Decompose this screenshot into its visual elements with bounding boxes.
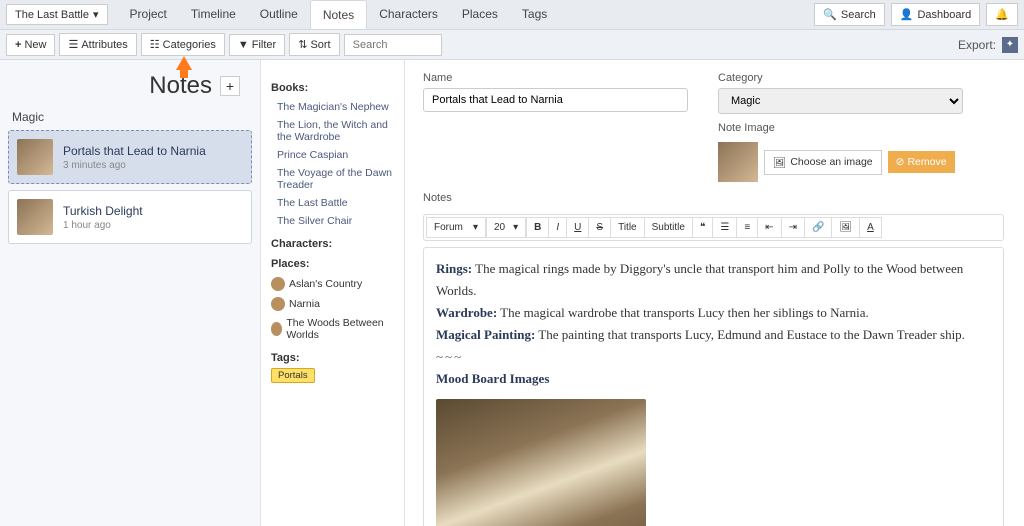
book-link[interactable]: The Lion, the Witch and the Wardrobe bbox=[271, 116, 394, 146]
tags-heading: Tags: bbox=[271, 352, 394, 364]
note-image-label: Note Image bbox=[718, 122, 963, 134]
image-icon: 🖼 bbox=[773, 156, 786, 169]
note-card[interactable]: Turkish Delight 1 hour ago bbox=[8, 190, 252, 244]
book-link[interactable]: The Last Battle bbox=[271, 194, 394, 212]
link-button[interactable]: 🔗 bbox=[804, 217, 832, 238]
notes-sidebar: Notes + Magic Portals that Lead to Narni… bbox=[0, 60, 260, 526]
export-button[interactable]: ✦ bbox=[1002, 37, 1018, 53]
tab-notes[interactable]: Notes bbox=[310, 0, 367, 29]
notes-heading-row: Notes + bbox=[8, 72, 252, 100]
main: Notes + Magic Portals that Lead to Narni… bbox=[0, 60, 1024, 526]
dashboard-button[interactable]: 👤Dashboard bbox=[891, 3, 981, 26]
name-label: Name bbox=[423, 72, 688, 84]
plus-icon: + bbox=[15, 39, 21, 51]
outdent-button[interactable]: ⇤ bbox=[757, 217, 781, 238]
category-label: Magic bbox=[12, 110, 248, 124]
chevron-down-icon: ▾ bbox=[93, 8, 99, 21]
font-select[interactable]: Forum▾ bbox=[426, 217, 486, 238]
topbar: The Last Battle▾ Project Timeline Outlin… bbox=[0, 0, 1024, 30]
search-button[interactable]: 🔍Search bbox=[814, 3, 885, 26]
book-link[interactable]: The Magician's Nephew bbox=[271, 98, 394, 116]
tab-timeline[interactable]: Timeline bbox=[179, 0, 248, 29]
color-button[interactable]: A bbox=[859, 217, 882, 238]
tag-chip[interactable]: Portals bbox=[271, 368, 315, 383]
toolbar: +New ☰Attributes ☷Categories ▼Filter ⇅So… bbox=[0, 30, 1024, 60]
user-icon: 👤 bbox=[900, 8, 914, 21]
tab-tags[interactable]: Tags bbox=[510, 0, 559, 29]
filter-button[interactable]: ▼Filter bbox=[229, 34, 285, 56]
editor-toolbar: Forum▾ 20▾ B I U S Title Subtitle ❝ ☰ ≡ … bbox=[423, 214, 1004, 241]
category-field-label: Category bbox=[718, 72, 963, 84]
books-heading: Books: bbox=[271, 82, 394, 94]
name-input[interactable] bbox=[423, 88, 688, 112]
note-timestamp: 3 minutes ago bbox=[63, 160, 206, 171]
add-note-button[interactable]: + bbox=[220, 76, 240, 96]
bold-button[interactable]: B bbox=[526, 217, 549, 238]
tab-characters[interactable]: Characters bbox=[367, 0, 450, 29]
project-selector[interactable]: The Last Battle▾ bbox=[6, 4, 108, 25]
book-link[interactable]: The Silver Chair bbox=[271, 212, 394, 230]
place-icon bbox=[271, 322, 282, 336]
list-icon: ☰ bbox=[68, 38, 78, 51]
book-link[interactable]: The Voyage of the Dawn Treader bbox=[271, 164, 394, 194]
italic-button[interactable]: I bbox=[548, 217, 567, 238]
ol-button[interactable]: ≡ bbox=[736, 217, 758, 238]
underline-button[interactable]: U bbox=[566, 217, 589, 238]
tab-project[interactable]: Project bbox=[118, 0, 179, 29]
strike-button[interactable]: S bbox=[588, 217, 611, 238]
nav-tabs: Project Timeline Outline Notes Character… bbox=[118, 0, 560, 29]
title-button[interactable]: Title bbox=[610, 217, 645, 238]
quote-button[interactable]: ❝ bbox=[692, 217, 713, 238]
note-title: Portals that Lead to Narnia bbox=[63, 144, 206, 158]
book-link[interactable]: Prince Caspian bbox=[271, 146, 394, 164]
choose-image-button[interactable]: 🖼Choose an image bbox=[764, 150, 882, 175]
grid-icon: ☷ bbox=[150, 38, 160, 51]
notifications-button[interactable]: 🔔 bbox=[986, 3, 1018, 26]
place-icon bbox=[271, 297, 285, 311]
callout-arrow-stem bbox=[180, 68, 188, 78]
tab-outline[interactable]: Outline bbox=[248, 0, 310, 29]
bell-icon: 🔔 bbox=[995, 8, 1009, 21]
attributes-button[interactable]: ☰Attributes bbox=[59, 33, 136, 56]
links-panel: Books: The Magician's Nephew The Lion, t… bbox=[260, 60, 405, 526]
subtitle-button[interactable]: Subtitle bbox=[644, 217, 693, 238]
category-select[interactable]: Magic bbox=[718, 88, 963, 114]
characters-heading: Characters: bbox=[271, 238, 394, 250]
size-select[interactable]: 20▾ bbox=[486, 217, 526, 238]
mood-board-image bbox=[436, 399, 646, 526]
place-link[interactable]: Aslan's Country bbox=[271, 274, 394, 294]
notes-field-label: Notes bbox=[423, 192, 1004, 204]
note-title: Turkish Delight bbox=[63, 204, 143, 218]
search-icon: 🔍 bbox=[823, 8, 837, 21]
indent-button[interactable]: ⇥ bbox=[781, 217, 805, 238]
filter-icon: ▼ bbox=[238, 39, 249, 51]
place-link[interactable]: Narnia bbox=[271, 294, 394, 314]
sort-icon: ⇅ bbox=[298, 38, 307, 51]
ul-button[interactable]: ☰ bbox=[712, 217, 737, 238]
place-icon bbox=[271, 277, 285, 291]
note-thumbnail bbox=[17, 199, 53, 235]
remove-image-button[interactable]: ⊘Remove bbox=[888, 151, 955, 173]
tab-places[interactable]: Places bbox=[450, 0, 510, 29]
editor-content[interactable]: Rings: The magical rings made by Diggory… bbox=[423, 247, 1004, 526]
categories-button[interactable]: ☷Categories bbox=[141, 33, 225, 56]
sort-button[interactable]: ⇅Sort bbox=[289, 33, 339, 56]
chevron-down-icon: ▾ bbox=[513, 222, 518, 233]
place-link[interactable]: The Woods Between Worlds bbox=[271, 314, 394, 344]
note-editor: Name Category Magic Note Image 🖼Choose a… bbox=[405, 60, 1024, 526]
search-input[interactable] bbox=[344, 34, 442, 56]
note-image-thumb bbox=[718, 142, 758, 182]
note-card[interactable]: Portals that Lead to Narnia 3 minutes ag… bbox=[8, 130, 252, 184]
trash-icon: ⊘ bbox=[896, 156, 905, 168]
image-button[interactable]: 🖼 bbox=[831, 217, 860, 238]
places-heading: Places: bbox=[271, 258, 394, 270]
new-button[interactable]: +New bbox=[6, 34, 55, 56]
note-thumbnail bbox=[17, 139, 53, 175]
export-section: Export: ✦ bbox=[958, 37, 1018, 53]
chevron-down-icon: ▾ bbox=[473, 222, 478, 233]
note-timestamp: 1 hour ago bbox=[63, 220, 143, 231]
